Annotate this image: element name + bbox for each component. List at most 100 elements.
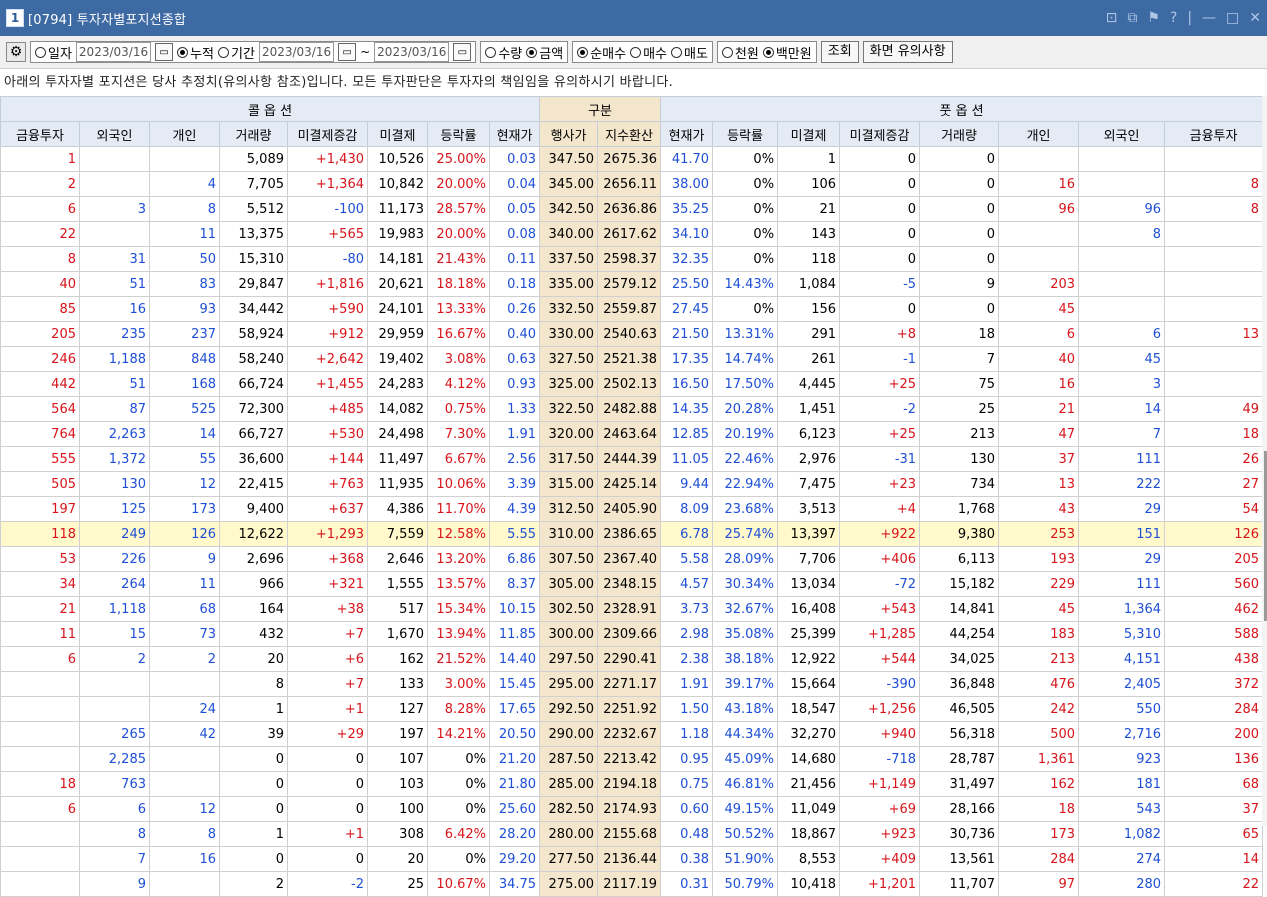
table-cell: 2 (0, 171, 80, 197)
table-row[interactable]: 11 15 73 432 +7 1,670 13.94% 11.85 300.00 2309.66… (0, 621, 1264, 647)
date-mode-group: 일자 2023/03/16 ▭ 누적 기간 2023/03/16 ▭ ~ 202… (30, 41, 477, 63)
table-row[interactable]: 7 16 0 0 20 0% 29.20 277.50 2136.44 0.38 51.90% 8,5… (0, 846, 1264, 872)
table-cell: +530 (287, 421, 368, 447)
table-row[interactable]: 6 3 8 5,512 -100 11,173 28.57% 0.05 342.50 2636.8… (0, 196, 1264, 222)
help-icon[interactable]: ? (1170, 10, 1177, 26)
table-row[interactable]: 24 1 +1 127 8.28% 17.65 292.50 2251.92 1.50 43.18… (0, 696, 1264, 722)
minimize-icon[interactable]: — (1202, 10, 1216, 26)
date-input-3[interactable]: 2023/03/16 (374, 42, 450, 62)
radio-date-cumulative[interactable]: 누적 (177, 43, 214, 62)
table-cell: 10,418 (777, 871, 841, 897)
table-cell: 16 (149, 846, 220, 872)
column-header[interactable]: 현재가 (488, 121, 541, 147)
table-cell: 6 (0, 196, 80, 222)
screen-notice-button[interactable]: 화면 유의사항 (862, 41, 953, 63)
table-row[interactable]: 34 264 11 966 +321 1,555 13.57% 8.37 305.00 2348.… (0, 571, 1264, 597)
date-input-2[interactable]: 2023/03/16 (258, 42, 335, 62)
table-cell: 51.90% (712, 846, 779, 872)
column-header[interactable]: 미결제증감 (287, 121, 368, 147)
close-icon[interactable]: ✕ (1249, 10, 1261, 26)
radio-thousand-won[interactable]: 천원 (721, 43, 759, 62)
table-row[interactable]: 442 51 168 66,724 +1,455 24,283 4.12% 0.93 325.0… (0, 371, 1264, 397)
table-cell: +38 (287, 596, 368, 622)
column-header[interactable]: 미결제증감 (839, 121, 921, 147)
table-cell: 29 (1078, 546, 1166, 572)
table-cell: 763 (79, 771, 150, 797)
link-window-icon[interactable]: ⊡ (1106, 10, 1118, 26)
table-cell (0, 721, 80, 747)
table-row[interactable]: 8 31 50 15,310 -80 14,181 21.43% 0.11 337.50 2598… (0, 246, 1264, 272)
table-row[interactable]: 205 235 237 58,924 +912 29,959 16.67% 0.40 330.0… (0, 321, 1264, 347)
table-cell: 2636.86 (597, 196, 662, 222)
column-header[interactable]: 미결제 (777, 121, 841, 147)
table-row[interactable]: 21 1,118 68 164 +38 517 15.34% 10.15 302.50 2328.… (0, 596, 1264, 622)
table-row[interactable]: 8 +7 133 3.00% 15.45 295.00 2271.17 1.91 39.17% 1… (0, 671, 1264, 697)
table-row[interactable]: 2 4 7,705 +1,364 10,842 20.00% 0.04 345.00 2656.… (0, 171, 1264, 197)
table-row[interactable]: 2,285 0 0 107 0% 21.20 287.50 2213.42 0.95 45.09%… (0, 746, 1264, 772)
table-row[interactable]: 764 2,263 14 66,727 +530 24,498 7.30% 1.91 320.0… (0, 421, 1264, 447)
column-header[interactable]: 거래량 (919, 121, 1000, 147)
table-row[interactable]: 246 1,188 848 58,240 +2,642 19,402 3.08% 0.63 32… (0, 346, 1264, 372)
radio-date-period[interactable]: 기간 (218, 43, 255, 62)
table-cell: 11,049 (777, 796, 841, 822)
calendar-icon[interactable]: ▭ (453, 43, 472, 61)
column-header[interactable]: 행사가 (539, 121, 599, 147)
table-cell: 1.18 (660, 721, 714, 747)
table-cell: 17.65 (488, 696, 541, 722)
table-row[interactable]: 6 6 12 0 0 100 0% 25.60 282.50 2174.93 0.60 49.15% 1… (0, 796, 1264, 822)
table-cell: 126 (149, 521, 220, 547)
radio-date-daily[interactable]: 일자 (35, 43, 72, 62)
column-header[interactable]: 현재가 (660, 121, 714, 147)
column-header[interactable]: 개인 (149, 121, 220, 147)
table-row[interactable]: 1 5,089 +1,430 10,526 25.00% 0.03 347.50 2675.3… (0, 146, 1264, 172)
table-row[interactable]: 22 11 13,375 +565 19,983 20.00% 0.08 340.00 2617… (0, 221, 1264, 247)
table-cell: 966 (219, 571, 288, 597)
table-row[interactable]: 197 125 173 9,400 +637 4,386 11.70% 4.39 312.50 2… (0, 496, 1264, 522)
column-header[interactable]: 금융투자 (0, 121, 80, 147)
table-row[interactable]: 505 130 12 22,415 +763 11,935 10.06% 3.39 315.00… (0, 471, 1264, 497)
table-cell: 297.50 (539, 646, 599, 672)
table-row[interactable]: 555 1,372 55 36,600 +144 11,497 6.67% 2.56 317.5… (0, 446, 1264, 472)
radio-dot-selected (762, 46, 774, 58)
date-input-1[interactable]: 2023/03/16 (75, 42, 152, 62)
table-row[interactable]: 9 2 -2 25 10.67% 34.75 275.00 2117.19 0.31 50.79%… (0, 871, 1264, 897)
column-header[interactable]: 지수환산 (597, 121, 662, 147)
column-header[interactable]: 개인 (998, 121, 1080, 147)
table-row[interactable]: 6 2 2 20 +6 162 21.52% 14.40 297.50 2290.41 2.38 38… (0, 646, 1264, 672)
column-header[interactable]: 미결제 (367, 121, 428, 147)
radio-amount[interactable]: 금액 (526, 43, 563, 62)
pin-icon[interactable]: ⚑ (1147, 10, 1160, 26)
radio-net-buy[interactable]: 순매수 (577, 43, 626, 62)
column-header[interactable]: 거래량 (219, 121, 288, 147)
radio-buy[interactable]: 매수 (630, 43, 667, 62)
table-cell: -390 (839, 671, 921, 697)
radio-sell[interactable]: 매도 (671, 43, 708, 62)
table-cell: 203 (998, 271, 1080, 297)
copy-window-icon[interactable]: ⧉ (1127, 10, 1137, 26)
column-header[interactable]: 등락률 (427, 121, 490, 147)
settings-gear-icon[interactable]: ⚙ (6, 42, 26, 62)
column-header[interactable]: 금융투자 (1164, 121, 1264, 147)
radio-quantity[interactable]: 수량 (485, 43, 522, 62)
table-row[interactable]: 564 87 525 72,300 +485 14,082 0.75% 1.33 322.50 2… (0, 396, 1264, 422)
table-row[interactable]: 118 249 126 12,622 +1,293 7,559 12.58% 5.55 310.… (0, 521, 1264, 547)
column-header[interactable]: 외국인 (79, 121, 150, 147)
calendar-icon[interactable]: ▭ (338, 43, 357, 61)
maximize-icon[interactable]: □ (1226, 10, 1239, 26)
table-row[interactable]: 85 16 93 34,442 +590 24,101 13.33% 0.26 332.50 25… (0, 296, 1264, 322)
table-row[interactable]: 265 42 39 +29 197 14.21% 20.50 290.00 2232.67 1.1… (0, 721, 1264, 747)
calendar-icon[interactable]: ▭ (155, 43, 174, 61)
table-row[interactable]: 8 8 1 +1 308 6.42% 28.20 280.00 2155.68 0.48 50.52… (0, 821, 1264, 847)
table-cell: 2136.44 (597, 846, 662, 872)
table-row[interactable]: 53 226 9 2,696 +368 2,646 13.20% 6.86 307.50 2367… (0, 546, 1264, 572)
table-cell: 213 (919, 421, 1000, 447)
table-cell: 237 (149, 321, 220, 347)
radio-label: 일자 (48, 46, 72, 62)
query-button[interactable]: 조회 (820, 41, 859, 63)
column-header[interactable]: 등락률 (712, 121, 779, 147)
column-header[interactable]: 외국인 (1078, 121, 1166, 147)
vertical-scrollbar[interactable] (1262, 96, 1267, 826)
table-row[interactable]: 18 763 0 0 103 0% 21.80 285.00 2194.18 0.75 46.81%… (0, 771, 1264, 797)
table-row[interactable]: 40 51 83 29,847 +1,816 20,621 18.18% 0.18 335.00… (0, 271, 1264, 297)
radio-million-won[interactable]: 백만원 (762, 43, 812, 62)
